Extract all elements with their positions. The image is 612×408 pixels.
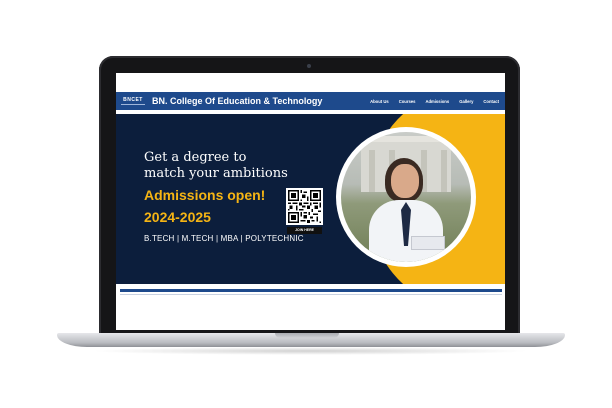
headline-line-2: match your ambitions — [144, 166, 288, 181]
admissions-open-text: Admissions open! — [144, 187, 266, 203]
laptop-shadow — [90, 347, 530, 355]
nav-admissions[interactable]: Admissions — [425, 99, 449, 104]
section-divider — [120, 289, 502, 292]
logo-text: BNCET — [123, 96, 143, 103]
headline-line-1: Get a degree to — [144, 150, 247, 165]
student-books — [411, 236, 445, 250]
webcam — [307, 64, 311, 68]
nav-gallery[interactable]: Gallery — [459, 99, 473, 104]
hero-banner[interactable]: Get a degree to match your ambitions Adm… — [116, 114, 505, 284]
nav-contact[interactable]: Contact — [483, 99, 499, 104]
building-pillar — [369, 150, 375, 192]
logo-underline — [121, 103, 145, 105]
building-pillar — [441, 150, 447, 192]
qr-code-icon — [288, 190, 321, 223]
laptop-screen: BNCET BN. College Of Education & Technol… — [116, 73, 505, 330]
qr-code[interactable] — [286, 188, 323, 225]
site-header: BNCET BN. College Of Education & Technol… — [116, 92, 505, 110]
student-photo — [341, 132, 471, 262]
laptop-notch — [275, 333, 339, 338]
nav-courses[interactable]: Courses — [399, 99, 416, 104]
admission-year: 2024-2025 — [144, 209, 211, 225]
student-face — [391, 164, 419, 198]
main-nav: About Us Courses Admissions Gallery Cont… — [360, 99, 499, 104]
courses-list: B.TECH | M.TECH | MBA | POLYTECHNIC — [144, 234, 304, 243]
nav-about-us[interactable]: About Us — [370, 99, 389, 104]
section-divider-thin — [120, 294, 502, 295]
college-logo[interactable]: BNCET — [119, 96, 147, 105]
site-title: BN. College Of Education & Technology — [152, 96, 323, 106]
hero-headline: Get a degree to match your ambitions — [144, 150, 288, 182]
join-here-button[interactable]: JOIN HERE — [287, 227, 322, 234]
